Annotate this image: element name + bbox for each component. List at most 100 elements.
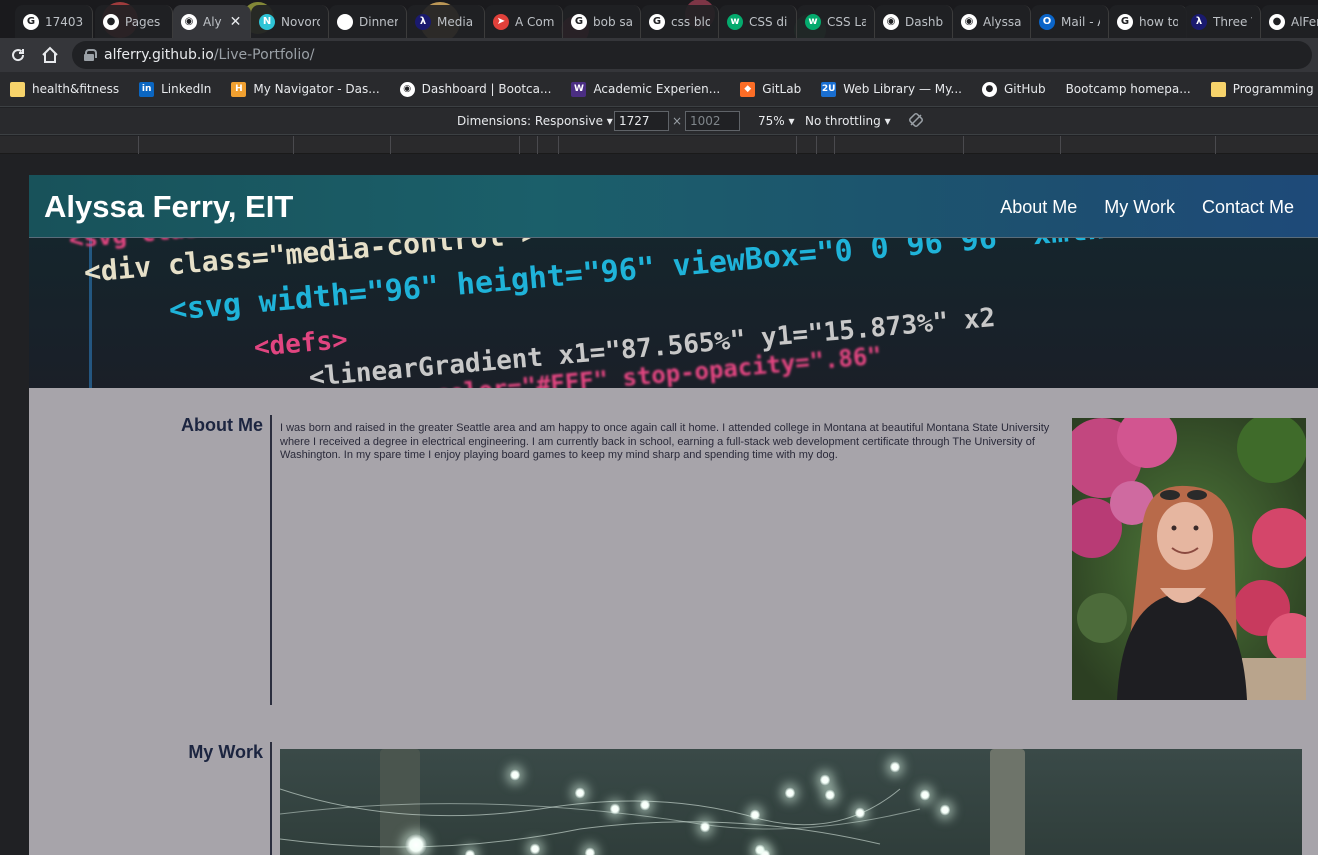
browser-tab[interactable]: ◉ Aly ✕ bbox=[173, 5, 251, 38]
bookmark-label: GitHub bbox=[1003, 82, 1046, 96]
close-tab-icon[interactable]: ✕ bbox=[230, 13, 242, 30]
browser-tab-label: Pages bbox=[125, 14, 161, 29]
bookmark-item[interactable]: H My Navigator - Das... bbox=[231, 81, 380, 97]
browser-tab[interactable]: ● Pages bbox=[95, 5, 173, 38]
browser-tab-label: Mail - A bbox=[1061, 14, 1100, 29]
browser-tab[interactable]: N Novoro bbox=[251, 5, 329, 38]
browser-tab[interactable]: O Mail - A bbox=[1031, 5, 1109, 38]
work-divider bbox=[270, 742, 272, 855]
w3schools-icon: w bbox=[805, 13, 821, 30]
browser-tab-label: Alyssa bbox=[983, 14, 1022, 29]
bookmark-label: Dashboard | Bootca... bbox=[421, 82, 552, 96]
rotate-icon bbox=[909, 113, 923, 127]
nav-link-about-me[interactable]: About Me bbox=[1000, 197, 1077, 218]
browser-tab[interactable]: ◉ Dashb bbox=[875, 5, 953, 38]
browser-tab[interactable]: Ghow to bbox=[1109, 5, 1187, 38]
browser-tab[interactable]: λ Three V bbox=[1183, 5, 1261, 38]
browser-tab-label: Dinner bbox=[359, 14, 398, 29]
browser-tab[interactable]: ● AlFer bbox=[1261, 5, 1318, 38]
github-icon: ● bbox=[1269, 13, 1285, 30]
nav-link-contact-me[interactable]: Contact Me bbox=[1202, 197, 1294, 218]
device-toolbar: Dimensions: Responsive ▾ 1727 × 1002 75%… bbox=[0, 108, 1318, 135]
w3schools-icon: w bbox=[727, 13, 743, 30]
browser-tab-strip: G 17403 ● Pages ◉ Aly ✕ N Novoro ▦ Dinner λ Media ➤ A … bbox=[0, 0, 1318, 38]
folder-icon bbox=[10, 81, 25, 97]
google-icon: G bbox=[23, 13, 39, 30]
bookmark-label: My Navigator - Das... bbox=[253, 82, 380, 96]
viewport-height-input[interactable]: 1002 bbox=[685, 111, 740, 131]
google-icon: G bbox=[649, 13, 665, 30]
address-bar: alferry.github.io/Live-Portfolio/ bbox=[0, 38, 1318, 72]
browser-tab[interactable]: λ Media bbox=[407, 5, 485, 38]
browser-tab[interactable]: Gcss blo bbox=[641, 5, 719, 38]
url-input[interactable]: alferry.github.io/Live-Portfolio/ bbox=[72, 41, 1312, 69]
browser-tab-label: CSS dis bbox=[749, 14, 788, 29]
outlook-icon: O bbox=[1039, 13, 1055, 30]
linkedin-icon: in bbox=[139, 81, 155, 97]
bookmark-item[interactable]: ● GitHub bbox=[981, 81, 1046, 97]
github-icon: ● bbox=[981, 81, 997, 97]
bookmark-item[interactable]: ◉ Dashboard | Bootca... bbox=[399, 81, 552, 97]
browser-tab-label: css blo bbox=[671, 14, 710, 29]
qr-icon: ▦ bbox=[337, 13, 353, 30]
browser-tab-label: how to bbox=[1139, 14, 1178, 29]
arrow-icon: ➤ bbox=[493, 13, 509, 30]
bookmark-item[interactable]: ◆ GitLab bbox=[740, 81, 802, 97]
home-button[interactable] bbox=[36, 41, 64, 69]
uw-icon: W bbox=[571, 81, 587, 97]
work-heading: My Work bbox=[188, 742, 263, 762]
viewport-width-input[interactable]: 1727 bbox=[614, 111, 669, 131]
reload-button[interactable] bbox=[4, 41, 32, 69]
bookmark-label: health&fitness bbox=[32, 82, 120, 96]
bookmark-item[interactable]: in LinkedIn bbox=[139, 81, 211, 97]
browser-tab-label: 17403 bbox=[45, 14, 84, 29]
browser-tab[interactable]: w CSS dis bbox=[719, 5, 797, 38]
folder-icon bbox=[1210, 81, 1226, 97]
browser-tab[interactable]: ◉ Alyssa bbox=[953, 5, 1031, 38]
site-nav: About Me My Work Contact Me bbox=[1000, 197, 1294, 218]
globe-icon: ◉ bbox=[961, 13, 977, 30]
hero-code-image: <svg class="media-control"> <div class="… bbox=[29, 238, 1318, 388]
novoresume-icon: N bbox=[259, 13, 275, 30]
site-header: Alyssa Ferry, EIT About Me My Work Conta… bbox=[29, 175, 1318, 238]
browser-tab[interactable]: ➤ A Com bbox=[485, 5, 563, 38]
portfolio-page: Alyssa Ferry, EIT About Me My Work Conta… bbox=[29, 175, 1318, 855]
bookmark-item[interactable]: Bootcamp homepa... bbox=[1066, 82, 1191, 96]
2u-icon: 2U bbox=[821, 81, 837, 97]
browser-tab[interactable]: w CSS La bbox=[797, 5, 875, 38]
browser-tab-label: A Com bbox=[515, 14, 554, 29]
browser-tab[interactable]: G 17403 bbox=[15, 5, 93, 38]
browser-tab[interactable]: ▦ Dinner bbox=[329, 5, 407, 38]
lock-icon bbox=[84, 49, 97, 61]
viewport-left-gutter bbox=[0, 175, 29, 855]
browser-tab-label: Media bbox=[437, 14, 474, 29]
browser-tab-label: CSS La bbox=[827, 14, 866, 29]
profile-photo bbox=[1072, 418, 1306, 700]
globe-icon: ◉ bbox=[883, 13, 899, 30]
dimensions-dropdown[interactable]: Dimensions: Responsive ▾ bbox=[457, 114, 613, 128]
work-string-lights-image bbox=[280, 749, 1302, 855]
browser-tab-label: Aly bbox=[203, 14, 222, 29]
bookmarks-bar: health&fitness in LinkedIn H My Navigator - … bbox=[0, 72, 1318, 107]
browser-tab[interactable]: Gbob sa bbox=[563, 5, 641, 38]
zoom-dropdown[interactable]: 75% ▾ bbox=[758, 114, 795, 128]
dimension-separator: × bbox=[672, 114, 683, 128]
bookmark-item[interactable]: Programming help... bbox=[1210, 81, 1318, 97]
code-icon: λ bbox=[1191, 13, 1207, 30]
bookmark-item[interactable]: W Academic Experien... bbox=[571, 81, 720, 97]
throttling-dropdown[interactable]: No throttling ▾ bbox=[805, 114, 891, 128]
viewport-gutter bbox=[0, 154, 1318, 175]
browser-tab-label: Novoro bbox=[281, 14, 320, 29]
bookmark-label: Programming help... bbox=[1232, 82, 1318, 96]
google-icon: G bbox=[1117, 13, 1133, 30]
browser-tab-label: bob sa bbox=[593, 14, 632, 29]
globe-icon: ◉ bbox=[181, 13, 197, 30]
nav-link-my-work[interactable]: My Work bbox=[1104, 197, 1175, 218]
bookmark-item[interactable]: 2U Web Library — My... bbox=[821, 81, 962, 97]
bookmark-label: GitLab bbox=[762, 82, 802, 96]
about-divider bbox=[270, 415, 272, 705]
rotate-button[interactable] bbox=[908, 112, 924, 131]
google-icon: G bbox=[571, 13, 587, 30]
bookmark-item[interactable]: health&fitness bbox=[10, 81, 120, 97]
bookmark-label: Bootcamp homepa... bbox=[1065, 82, 1191, 96]
